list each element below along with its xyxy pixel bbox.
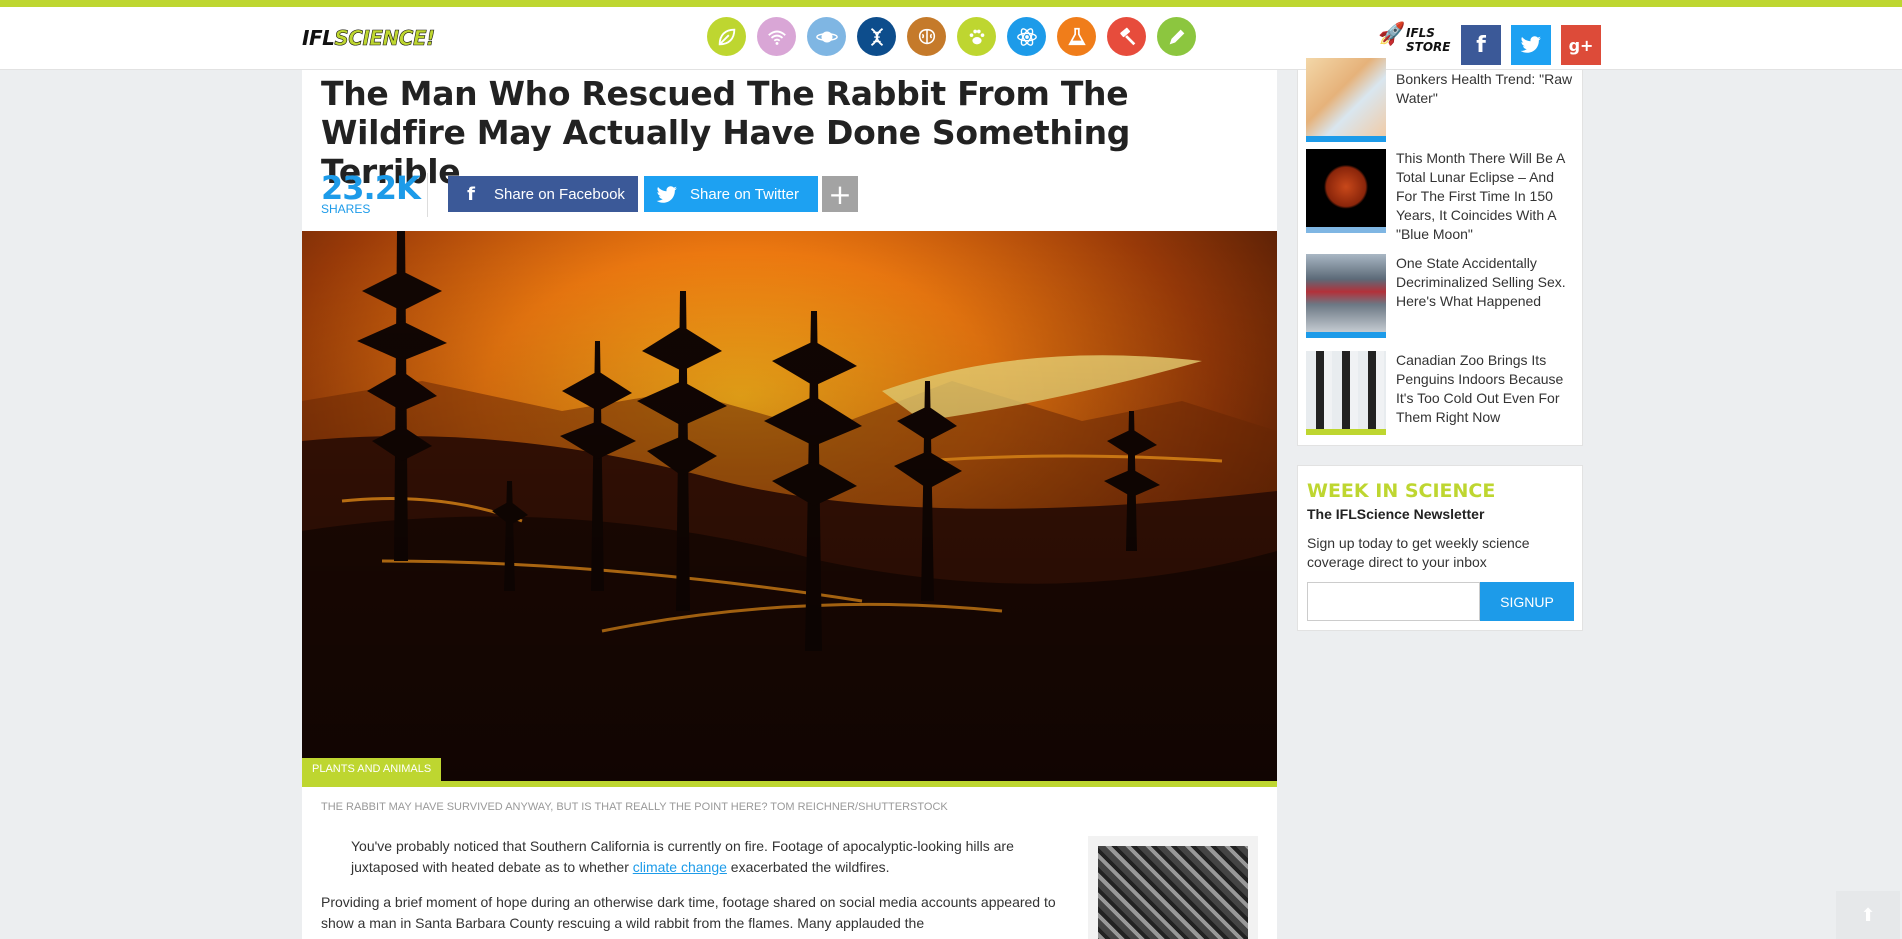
newsletter-title: WEEK IN SCIENCE <box>1307 480 1496 502</box>
story-thumbnail <box>1306 351 1386 435</box>
wifi-icon <box>767 30 786 45</box>
newsletter-email-input[interactable] <box>1307 582 1480 621</box>
category-brain-button[interactable] <box>907 17 946 56</box>
category-editors-blog-button[interactable] <box>1107 17 1146 56</box>
category-space-button[interactable] <box>807 17 846 56</box>
twitter-icon <box>1520 36 1541 53</box>
story-title: Canadian Zoo Brings Its Penguins Indoors… <box>1396 352 1564 425</box>
trending-story[interactable]: This Month There Will Be A Total Lunar E… <box>1306 149 1576 244</box>
category-contribute-button[interactable] <box>1157 17 1196 56</box>
site-logo[interactable]: IFLSCIENCE! <box>302 26 436 51</box>
story-thumbnail <box>1306 254 1386 338</box>
hero-accent-bar <box>302 781 1277 787</box>
article-hero-image <box>302 231 1277 781</box>
story-title: Bonkers Health Trend: "Raw Water" <box>1396 71 1573 106</box>
share-facebook-button[interactable]: f Share on Facebook <box>448 176 638 212</box>
category-animals-button[interactable] <box>957 17 996 56</box>
article-paragraph-2: Providing a brief moment of hope during … <box>321 894 1056 931</box>
category-chemistry-button[interactable] <box>1057 17 1096 56</box>
article-headline: The Man Who Rescued The Rabbit From The … <box>321 74 1131 191</box>
story-title: This Month There Will Be A Total Lunar E… <box>1396 150 1565 242</box>
rocket-icon: 🚀 <box>1378 22 1406 47</box>
atom-icon <box>1016 27 1037 46</box>
arrow-up-icon: ⬆ <box>1860 904 1876 925</box>
category-nav <box>707 17 1196 56</box>
twitter-icon <box>644 184 690 205</box>
wildfire-photo <box>302 231 1277 781</box>
story-thumbnail <box>1306 58 1386 142</box>
article-panel: The Man Who Rescued The Rabbit From The … <box>302 70 1277 939</box>
googleplus-icon: g+ <box>1568 35 1594 55</box>
climate-change-link[interactable]: climate change <box>633 859 727 875</box>
back-to-top-button[interactable]: ⬆ <box>1836 891 1900 939</box>
trending-story[interactable]: Bonkers Health Trend: "Raw Water" <box>1306 58 1576 142</box>
newsletter-subtitle: The IFLScience Newsletter <box>1307 506 1485 522</box>
image-caption: The rabbit may have survived anyway, but… <box>321 801 948 813</box>
category-environment-button[interactable] <box>707 17 746 56</box>
newsletter-description: Sign up today to get weekly science cove… <box>1307 535 1530 570</box>
facebook-icon: f <box>1476 32 1486 58</box>
newsletter-signup: WEEK IN SCIENCE The IFLScience Newslette… <box>1297 465 1583 631</box>
story-thumbnail <box>1306 149 1386 233</box>
facebook-icon: f <box>467 183 475 205</box>
inline-related-thumbnail[interactable] <box>1088 836 1258 939</box>
share-facebook-label: Share on Facebook <box>494 185 625 203</box>
trending-stories: Bonkers Health Trend: "Raw Water" This M… <box>1297 58 1583 446</box>
ifls-store-link[interactable]: 🚀 IFLS STORE <box>1378 22 1450 60</box>
brain-icon <box>918 28 935 44</box>
category-biology-button[interactable] <box>857 17 896 56</box>
site-header: IFLSCIENCE! 🚀 IFLS STORE f g+ <box>0 7 1902 70</box>
trending-story[interactable]: One State Accidentally Decriminalized Se… <box>1306 254 1576 338</box>
top-accent-line <box>0 0 1902 7</box>
story-title: One State Accidentally Decriminalized Se… <box>1396 255 1566 309</box>
trending-story[interactable]: Canadian Zoo Brings Its Penguins Indoors… <box>1306 351 1576 435</box>
more-share-options-button[interactable]: + <box>822 176 858 212</box>
share-count-label: SHARES <box>321 202 371 216</box>
related-thumbnail-image <box>1098 846 1248 939</box>
article-paragraph-1: You've probably noticed that Southern Ca… <box>351 838 1014 875</box>
category-tag[interactable]: PLANTS AND ANIMALS <box>302 758 442 781</box>
paw-icon <box>969 29 984 44</box>
dna-icon <box>870 27 883 46</box>
gavel-icon <box>1119 27 1135 45</box>
flask-icon <box>1067 27 1086 45</box>
category-physics-button[interactable] <box>1007 17 1046 56</box>
plus-icon: + <box>828 177 852 211</box>
share-divider <box>427 173 428 217</box>
share-twitter-button[interactable]: Share on Twitter <box>644 176 818 212</box>
planet-icon <box>815 31 838 42</box>
newsletter-signup-button[interactable]: SIGNUP <box>1480 582 1574 621</box>
share-twitter-label: Share on Twitter <box>690 185 799 203</box>
leaf-icon <box>718 28 735 45</box>
pencil-icon <box>1169 29 1184 44</box>
category-technology-button[interactable] <box>757 17 796 56</box>
